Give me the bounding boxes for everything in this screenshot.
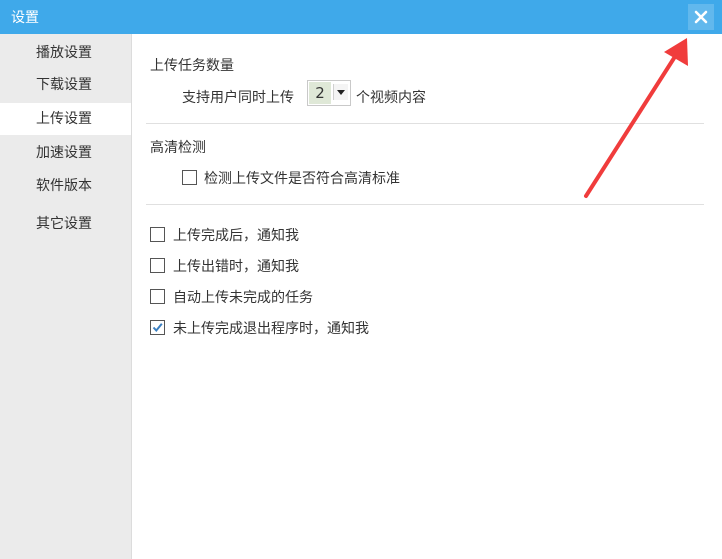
chevron-down-icon[interactable] [333, 84, 348, 100]
window-title: 设置 [11, 10, 39, 26]
auto-resume-checkbox[interactable] [150, 289, 165, 304]
hd-check-title: 高清检测 [150, 140, 206, 156]
upload-count-value: 2 [309, 82, 331, 104]
notify-complete-label[interactable]: 上传完成后，通知我 [173, 225, 299, 245]
auto-resume-label[interactable]: 自动上传未完成的任务 [173, 287, 313, 307]
notify-exit-checkbox[interactable] [150, 320, 165, 335]
divider [146, 204, 704, 205]
sidebar-item-playback[interactable]: 播放设置 [0, 37, 131, 69]
hd-check-label[interactable]: 检测上传文件是否符合高清标准 [204, 168, 400, 188]
settings-content: 上传任务数量 支持用户同时上传 2 个视频内容 高清检测 检测上传文件是否符合高… [131, 34, 722, 559]
sidebar-item-version[interactable]: 软件版本 [0, 170, 131, 202]
notify-exit-label[interactable]: 未上传完成退出程序时，通知我 [173, 318, 369, 338]
sidebar: 播放设置 下载设置 上传设置 加速设置 软件版本 其它设置 [0, 34, 132, 559]
close-button[interactable] [688, 4, 714, 30]
close-icon [694, 10, 708, 24]
upload-count-prefix: 支持用户同时上传 [182, 90, 294, 106]
upload-count-title: 上传任务数量 [150, 58, 234, 74]
upload-count-select[interactable]: 2 [307, 80, 351, 106]
checkmark-icon [152, 323, 163, 333]
divider [146, 123, 704, 124]
sidebar-item-other[interactable]: 其它设置 [0, 208, 131, 240]
sidebar-item-download[interactable]: 下载设置 [0, 69, 131, 101]
sidebar-item-upload[interactable]: 上传设置 [0, 103, 131, 135]
notify-error-checkbox[interactable] [150, 258, 165, 273]
notify-complete-checkbox[interactable] [150, 227, 165, 242]
hd-check-checkbox[interactable] [182, 170, 197, 185]
notify-error-label[interactable]: 上传出错时，通知我 [173, 256, 299, 276]
upload-count-suffix: 个视频内容 [356, 90, 426, 106]
title-bar: 设置 [0, 0, 722, 34]
sidebar-item-acceleration[interactable]: 加速设置 [0, 137, 131, 169]
